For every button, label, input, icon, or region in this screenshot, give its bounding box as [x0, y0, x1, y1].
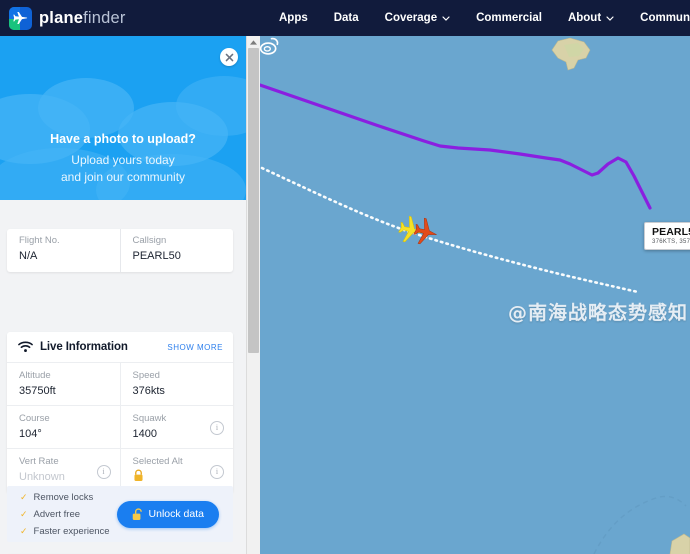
nav-label: Commercial [476, 12, 542, 24]
callsign-value: PEARL50 [132, 250, 181, 262]
squawk-info-icon[interactable]: i [210, 421, 224, 435]
landmass-southeast [669, 533, 690, 554]
course-label: Course [19, 413, 50, 424]
live-information-title: Live Information [40, 341, 128, 353]
scroll-up-arrow[interactable] [247, 36, 260, 48]
nav-item-coverage[interactable]: Coverage [385, 12, 450, 24]
nav-label: Commun [640, 12, 690, 24]
flight-track-line [258, 83, 652, 210]
speed-label: Speed [132, 370, 160, 381]
map-scrollbar[interactable] [246, 36, 260, 554]
flight-identity-bar: Flight No. N/A Callsign PEARL50 [7, 229, 233, 272]
nav-label: About [567, 12, 602, 24]
nav-item-commercial[interactable]: Commercial [476, 12, 542, 24]
live-information-show-more[interactable]: SHOW MORE [167, 343, 223, 352]
benefit-label: Advert free [33, 508, 81, 520]
live-info-row: Course 104° Squawk 1400 i [7, 405, 233, 448]
course-value: 104° [19, 428, 42, 440]
benefit-label: Remove locks [33, 491, 94, 503]
aircraft-tooltip[interactable]: PEARL50 62-3561 376KTS, 35750FT [644, 222, 690, 250]
unlock-padlock-icon [132, 507, 143, 521]
nav-label: Coverage [384, 12, 438, 24]
live-info-row: Altitude 35750ft Speed 376kts [7, 362, 233, 405]
nav-item-community[interactable]: Commun [640, 12, 690, 24]
flight-trail-dotted [260, 166, 640, 294]
live-information-header: Live Information SHOW MORE [7, 332, 233, 362]
selected-alt-info-icon[interactable]: i [210, 465, 224, 479]
unlock-benefits-list: ✓ Remove locks ✓ Advert free ✓ Faster ex… [20, 489, 110, 540]
check-icon: ✓ [20, 508, 28, 519]
promo-line-1: Upload yours today [71, 153, 175, 167]
planefinder-logo-icon [9, 6, 32, 30]
promo-text-block: Have a photo to upload? Upload yours tod… [0, 132, 246, 186]
map-graphics [258, 37, 690, 554]
nav-label: Data [333, 12, 359, 24]
check-icon: ✓ [20, 525, 28, 536]
airplane-icon [13, 11, 28, 24]
nav-item-apps[interactable]: Apps [279, 12, 308, 24]
aircraft-marker-orange [413, 217, 437, 245]
squawk-cell: Squawk 1400 i [119, 406, 234, 448]
check-icon: ✓ [20, 491, 28, 502]
list-item: ✓ Faster experience [20, 523, 110, 540]
map-watermark: @南海战略态势感知 [508, 302, 689, 324]
altitude-value: 35750ft [19, 385, 56, 397]
speed-value: 376kts [132, 385, 165, 397]
live-information-card: Live Information SHOW MORE Altitude 3575… [7, 332, 233, 493]
wifi-icon [17, 341, 33, 353]
unlock-data-promo: ✓ Remove locks ✓ Advert free ✓ Faster ex… [7, 486, 233, 542]
map-canvas[interactable]: PEARL50 62-3561 376KTS, 35750FT @南海战略态势感… [258, 36, 690, 554]
callsign-label: Callsign [132, 235, 167, 246]
chevron-down-icon [442, 12, 450, 24]
flight-no-label: Flight No. [19, 235, 60, 246]
list-item: ✓ Remove locks [20, 489, 110, 506]
site-header: planefinder Apps Data Coverage Commercia… [0, 0, 690, 36]
callsign-cell: Callsign PEARL50 [119, 229, 234, 272]
promo-line-2: and join our community [60, 170, 186, 184]
unlock-button-label: Unlock data [148, 508, 204, 520]
brand-logo[interactable]: planefinder [9, 6, 126, 30]
unlock-data-button[interactable]: Unlock data [116, 500, 219, 528]
vert-rate-info-icon[interactable]: i [96, 465, 111, 479]
speed-cell: Speed 376kts [119, 363, 234, 405]
brand-name: planefinder [39, 9, 126, 28]
weibo-icon [259, 37, 279, 55]
lock-icon [133, 469, 143, 481]
chevron-down-icon [606, 12, 614, 24]
benefit-label: Faster experience [33, 525, 110, 537]
flight-no-cell: Flight No. N/A [7, 229, 120, 272]
nav-item-about[interactable]: About [568, 12, 614, 24]
promo-heading: Have a photo to upload? [50, 132, 196, 146]
flight-details-sidebar: Have a photo to upload? Upload yours tod… [0, 36, 246, 554]
course-cell: Course 104° [7, 406, 120, 448]
flight-no-value: N/A [19, 250, 38, 262]
brand-secondary: finder [83, 8, 126, 27]
nav-item-data[interactable]: Data [334, 12, 359, 24]
main-navigation: Apps Data Coverage Commercial About Comm… [279, 12, 690, 24]
scrollbar-thumb[interactable] [248, 48, 259, 353]
brand-primary: plane [39, 8, 84, 27]
altitude-label: Altitude [19, 370, 51, 381]
close-glyph [225, 53, 233, 61]
close-icon[interactable] [220, 48, 238, 66]
list-item: ✓ Advert free [20, 506, 110, 523]
photo-upload-promo: Have a photo to upload? Upload yours tod… [0, 36, 246, 200]
nav-label: Apps [278, 12, 308, 24]
altitude-cell: Altitude 35750ft [7, 363, 120, 405]
tooltip-subtitle: 376KTS, 35750FT [652, 239, 690, 245]
tooltip-title: PEARL50 62-3561 [652, 226, 690, 238]
